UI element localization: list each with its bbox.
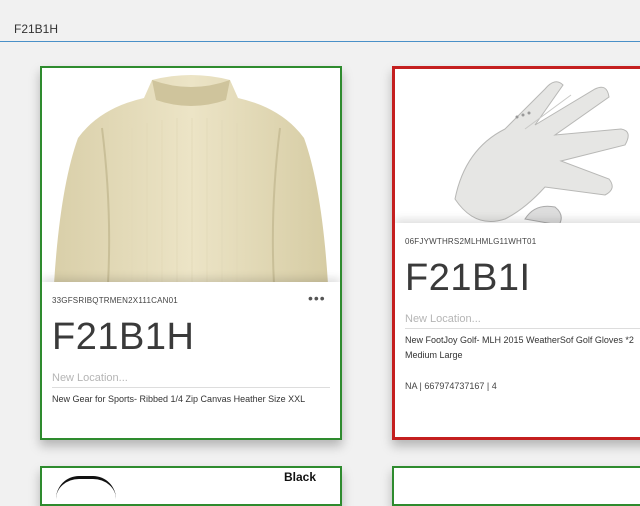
item-meta: NA | 667974737167 | 4 — [405, 381, 497, 391]
product-image-partial — [56, 476, 116, 499]
search-input[interactable] — [14, 20, 614, 38]
card-info: 06FJYWTHRS2MLHMLG11WHT01 F21B1I New Loca… — [395, 223, 640, 437]
product-card[interactable] — [392, 466, 640, 506]
sku-label: 06FJYWTHRS2MLHMLG11WHT01 — [405, 237, 537, 246]
location-field[interactable]: New Location... — [52, 372, 330, 388]
sku-label: 33GFSRIBQTRMEN2X111CAN01 — [52, 296, 178, 305]
product-card[interactable]: Black — [40, 466, 342, 506]
product-card[interactable]: 33GFSRIBQTRMEN2X111CAN01 ••• F21B1H New … — [40, 66, 342, 440]
more-horizontal-icon[interactable]: ••• — [308, 290, 326, 306]
partial-card-label: Black — [284, 470, 317, 484]
golf-glove-image — [395, 69, 640, 225]
item-code: F21B1H — [52, 316, 195, 358]
location-field[interactable]: New Location... — [405, 313, 640, 329]
item-description: New FootJoy Golf- MLH 2015 WeatherSof Go… — [405, 335, 634, 360]
card-info: 33GFSRIBQTRMEN2X111CAN01 ••• F21B1H New … — [42, 282, 340, 438]
search-bar — [0, 0, 640, 42]
item-code: F21B1I — [405, 257, 531, 299]
product-card[interactable]: 06FJYWTHRS2MLHMLG11WHT01 F21B1I New Loca… — [392, 66, 640, 440]
item-description: New Gear for Sports- Ribbed 1/4 Zip Canv… — [52, 394, 306, 404]
sweater-back-image — [42, 68, 340, 284]
